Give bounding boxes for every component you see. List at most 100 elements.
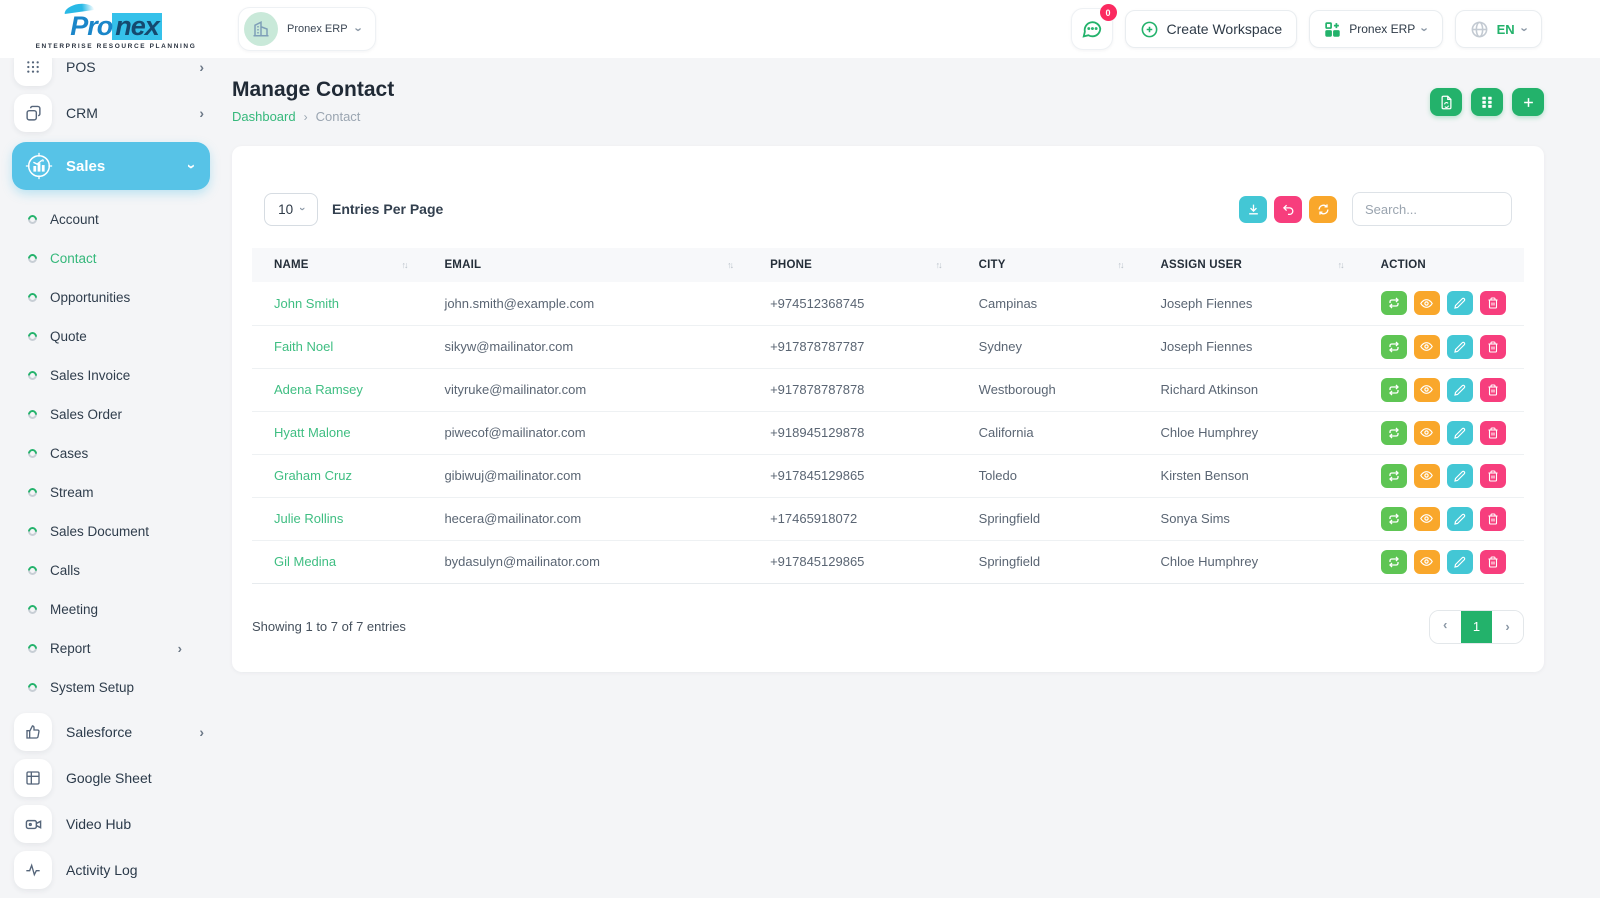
sidebar-item-sales[interactable]: Sales › [12, 142, 210, 190]
sidebar-subitem[interactable]: Report › [0, 629, 222, 668]
sort-icon[interactable]: ↑↓ [1338, 260, 1349, 270]
pagination-prev-button[interactable]: › [1430, 610, 1461, 643]
refresh-button[interactable] [1309, 195, 1337, 223]
sidebar-subitem[interactable]: Stream [0, 473, 222, 512]
contact-name-link[interactable]: Faith Noel [274, 339, 333, 354]
column-header[interactable]: ACTION [1358, 248, 1524, 282]
pagination-next-button[interactable]: › [1492, 610, 1523, 643]
contact-assign-user: Joseph Fiennes [1138, 282, 1359, 326]
delete-button[interactable] [1479, 420, 1506, 445]
sort-icon[interactable]: ↑↓ [401, 260, 412, 270]
edit-button[interactable] [1446, 506, 1473, 531]
breadcrumb-dashboard-link[interactable]: Dashboard [232, 109, 296, 124]
convert-button[interactable] [1380, 291, 1407, 316]
sort-icon[interactable]: ↑↓ [936, 260, 947, 270]
table-row: Graham Cruz gibiwuj@mailinator.com +9178… [252, 454, 1524, 498]
view-button[interactable] [1413, 506, 1440, 531]
sidebar-subitem-label: Sales Order [50, 407, 123, 422]
sidebar-subitem-label: System Setup [50, 680, 135, 695]
sidebar-subitem[interactable]: Sales Order [0, 395, 222, 434]
delete-button[interactable] [1479, 377, 1506, 402]
edit-button[interactable] [1446, 463, 1473, 488]
sidebar-item-crm[interactable]: CRM › [0, 90, 222, 136]
sidebar-subitem[interactable]: Quote [0, 317, 222, 356]
undo-button[interactable] [1274, 195, 1302, 223]
view-button[interactable] [1413, 377, 1440, 402]
messages-button[interactable]: 0 [1070, 4, 1117, 50]
edit-button[interactable] [1446, 291, 1473, 316]
create-workspace-button[interactable]: Create Workspace [1124, 10, 1298, 48]
contact-assign-user: Kirsten Benson [1138, 454, 1359, 498]
sort-icon[interactable]: ↑↓ [1118, 260, 1129, 270]
contact-name-link[interactable]: John Smith [274, 296, 339, 311]
submenu-bullet-icon [26, 252, 39, 265]
workspace-dropdown[interactable]: Pronex ERP › [1309, 10, 1443, 48]
sidebar-subitem[interactable]: Opportunities [0, 278, 222, 317]
import-export-button[interactable] [1430, 88, 1462, 116]
column-header[interactable]: CITY ↑↓ [956, 248, 1139, 282]
add-contact-button[interactable] [1512, 88, 1544, 116]
view-button[interactable] [1413, 549, 1440, 574]
sidebar-item-video-hub[interactable]: Video Hub [0, 801, 222, 847]
workspace-chip[interactable]: Pronex ERP › [238, 7, 376, 51]
contact-name-link[interactable]: Adena Ramsey [274, 382, 363, 397]
edit-button[interactable] [1446, 377, 1473, 402]
sidebar-subitem[interactable]: Sales Invoice [0, 356, 222, 395]
sidebar-subitem-label: Account [50, 212, 99, 227]
entries-per-page-label: Entries Per Page [332, 201, 444, 217]
view-button[interactable] [1413, 334, 1440, 359]
sidebar-item-salesforce[interactable]: Salesforce › [0, 709, 222, 755]
column-header[interactable]: NAME ↑↓ [252, 248, 423, 282]
contact-phone: +17465918072 [748, 497, 957, 541]
view-button[interactable] [1413, 463, 1440, 488]
sidebar-item-activity-log[interactable]: Activity Log [0, 847, 222, 893]
convert-button[interactable] [1380, 334, 1407, 359]
view-button[interactable] [1413, 291, 1440, 316]
entries-per-page-select[interactable]: 10 › [264, 192, 318, 226]
submenu-bullet-icon [26, 525, 39, 538]
sidebar-item-google-sheet[interactable]: Google Sheet [0, 755, 222, 801]
sidebar-subitem[interactable]: Calls [0, 551, 222, 590]
sidebar-subitem[interactable]: System Setup [0, 668, 222, 707]
contact-city: Campinas [956, 282, 1139, 326]
page-title: Manage Contact [232, 78, 395, 101]
convert-button[interactable] [1380, 377, 1407, 402]
contact-name-link[interactable]: Julie Rollins [274, 511, 343, 526]
brand-logo[interactable]: Pro nex ENTERPRISE RESOURCE PLANNING [0, 9, 232, 50]
sidebar-subitem[interactable]: Cases [0, 434, 222, 473]
convert-button[interactable] [1380, 506, 1407, 531]
delete-button[interactable] [1479, 463, 1506, 488]
edit-button[interactable] [1446, 420, 1473, 445]
column-header[interactable]: PHONE ↑↓ [748, 248, 957, 282]
grid-view-button[interactable] [1471, 88, 1503, 116]
edit-button[interactable] [1446, 549, 1473, 574]
delete-button[interactable] [1479, 549, 1506, 574]
delete-button[interactable] [1479, 291, 1506, 316]
delete-button[interactable] [1479, 506, 1506, 531]
contact-name-link[interactable]: Hyatt Malone [274, 425, 351, 440]
column-header[interactable]: EMAIL ↑↓ [422, 248, 749, 282]
contact-name-link[interactable]: Gil Medina [274, 554, 336, 569]
convert-button[interactable] [1380, 420, 1407, 445]
language-selector[interactable]: EN › [1454, 10, 1542, 48]
contact-name-link[interactable]: Graham Cruz [274, 468, 352, 483]
pencil-icon [1453, 384, 1465, 396]
sidebar-subitem[interactable]: Meeting [0, 590, 222, 629]
contact-email: gibiwuj@mailinator.com [422, 454, 749, 498]
delete-button[interactable] [1479, 334, 1506, 359]
export-download-button[interactable] [1239, 195, 1267, 223]
sidebar-subitem[interactable]: Sales Document [0, 512, 222, 551]
convert-button[interactable] [1380, 463, 1407, 488]
contact-assign-user: Sonya Sims [1138, 497, 1359, 541]
sidebar-subitem[interactable]: Contact [0, 239, 222, 278]
search-input[interactable] [1352, 192, 1512, 226]
sidebar-subitem[interactable]: Account [0, 200, 222, 239]
view-button[interactable] [1413, 420, 1440, 445]
sidebar-item-pos[interactable]: POS › [0, 58, 222, 90]
pagination-page-1[interactable]: 1 [1461, 610, 1492, 643]
convert-button[interactable] [1380, 549, 1407, 574]
sort-icon[interactable]: ↑↓ [727, 260, 738, 270]
file-sync-icon [1441, 95, 1451, 109]
edit-button[interactable] [1446, 334, 1473, 359]
column-header[interactable]: ASSIGN USER ↑↓ [1138, 248, 1359, 282]
